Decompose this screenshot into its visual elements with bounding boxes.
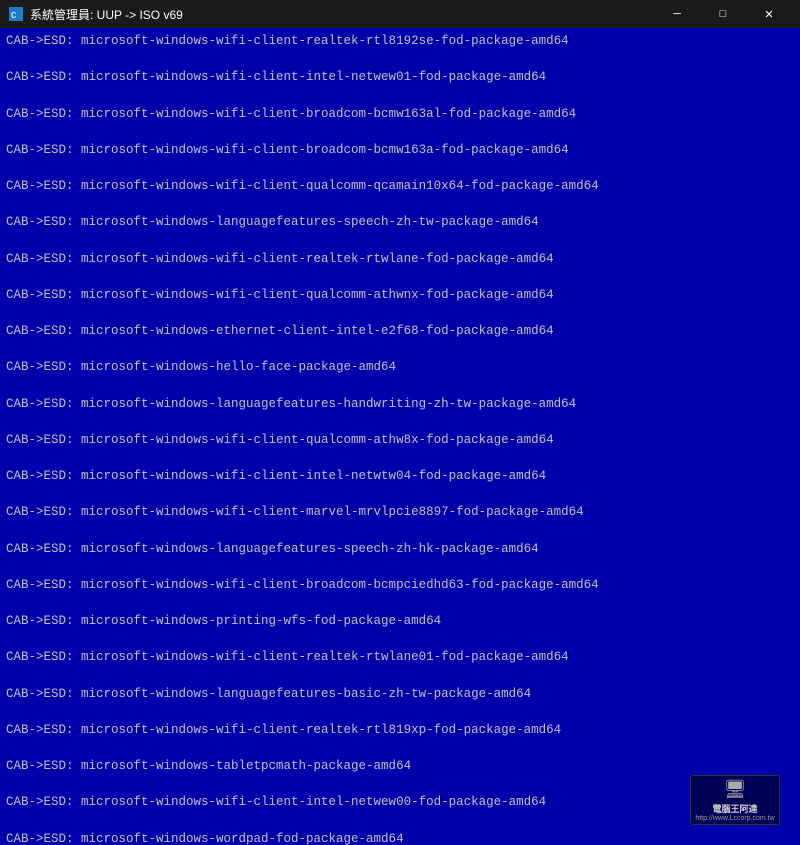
console-line: CAB->ESD: microsoft-windows-wifi-client-… (6, 141, 794, 159)
console-line: CAB->ESD: microsoft-windows-wifi-client-… (6, 250, 794, 268)
title-bar: C 系統管理員: UUP -> ISO v69 ─ □ ✕ (0, 0, 800, 28)
minimize-button[interactable]: ─ (654, 0, 700, 28)
console-line: CAB->ESD: microsoft-windows-languagefeat… (6, 540, 794, 558)
console-line: CAB->ESD: microsoft-windows-wifi-client-… (6, 431, 794, 449)
watermark-url: http://www.Lccorp.com.tw (695, 815, 774, 822)
console-line: CAB->ESD: microsoft-windows-wifi-client-… (6, 68, 794, 86)
watermark-icon: 🖥 (724, 779, 747, 800)
console-line: CAB->ESD: microsoft-windows-wifi-client-… (6, 105, 794, 123)
console-line: CAB->ESD: microsoft-windows-wifi-client-… (6, 177, 794, 195)
console-line: CAB->ESD: microsoft-windows-wifi-client-… (6, 503, 794, 521)
console-line: CAB->ESD: microsoft-windows-wordpad-fod-… (6, 830, 794, 845)
console-line: CAB->ESD: microsoft-windows-hello-face-p… (6, 358, 794, 376)
watermark: 🖥 電腦王阿達 http://www.Lccorp.com.tw (690, 775, 780, 825)
console-line: CAB->ESD: microsoft-windows-ethernet-cli… (6, 322, 794, 340)
maximize-button[interactable]: □ (700, 0, 746, 28)
console-line: CAB->ESD: microsoft-windows-languagefeat… (6, 213, 794, 231)
console-line: CAB->ESD: microsoft-windows-wifi-client-… (6, 576, 794, 594)
console-line: CAB->ESD: microsoft-windows-wifi-client-… (6, 32, 794, 50)
console-line: CAB->ESD: microsoft-windows-wifi-client-… (6, 467, 794, 485)
console-line: CAB->ESD: microsoft-windows-wifi-client-… (6, 286, 794, 304)
close-button[interactable]: ✕ (746, 0, 792, 28)
watermark-name: 電腦王阿達 (712, 802, 757, 815)
console-line: CAB->ESD: microsoft-windows-wifi-client-… (6, 648, 794, 666)
svg-text:C: C (11, 11, 17, 21)
window: C 系統管理員: UUP -> ISO v69 ─ □ ✕ CAB->ESD: … (0, 0, 800, 845)
console-line: CAB->ESD: microsoft-windows-wifi-client-… (6, 721, 794, 739)
window-title: 系統管理員: UUP -> ISO v69 (30, 6, 654, 23)
console-line: CAB->ESD: microsoft-windows-wifi-client-… (6, 793, 794, 811)
console-line: CAB->ESD: microsoft-windows-languagefeat… (6, 685, 794, 703)
cmd-icon: C (8, 6, 24, 22)
title-controls: ─ □ ✕ (654, 0, 792, 28)
console-line: CAB->ESD: microsoft-windows-printing-wfs… (6, 612, 794, 630)
console-line: CAB->ESD: microsoft-windows-languagefeat… (6, 395, 794, 413)
console-line: CAB->ESD: microsoft-windows-tabletpcmath… (6, 757, 794, 775)
console-output: CAB->ESD: microsoft-windows-wifi-client-… (0, 28, 800, 845)
